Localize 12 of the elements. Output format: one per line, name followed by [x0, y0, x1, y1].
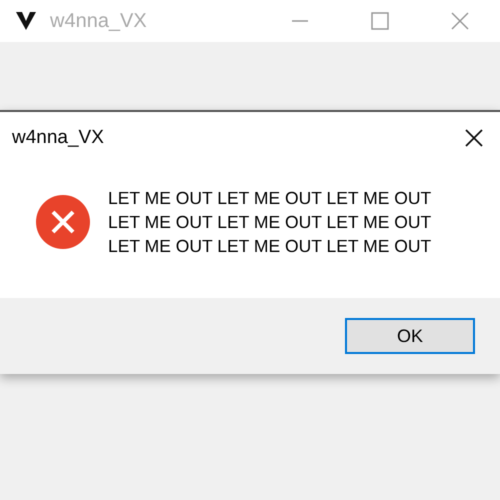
ok-button[interactable]: OK: [345, 318, 475, 354]
maximize-icon: [370, 11, 390, 31]
window-title: w4nna_VX: [50, 10, 147, 32]
message-text: LET ME OUT LET ME OUT LET ME OUT: [108, 211, 432, 234]
message-text: LET ME OUT LET ME OUT LET ME OUT: [108, 235, 432, 258]
dialog-title: w4nna_VX: [12, 127, 105, 149]
message-text: LET ME OUT LET ME OUT LET ME OUT: [108, 187, 432, 210]
close-icon: [450, 11, 470, 31]
close-icon: [464, 128, 484, 148]
minimize-icon: [292, 20, 308, 22]
error-icon: [36, 195, 90, 249]
logo-icon: [16, 12, 36, 30]
